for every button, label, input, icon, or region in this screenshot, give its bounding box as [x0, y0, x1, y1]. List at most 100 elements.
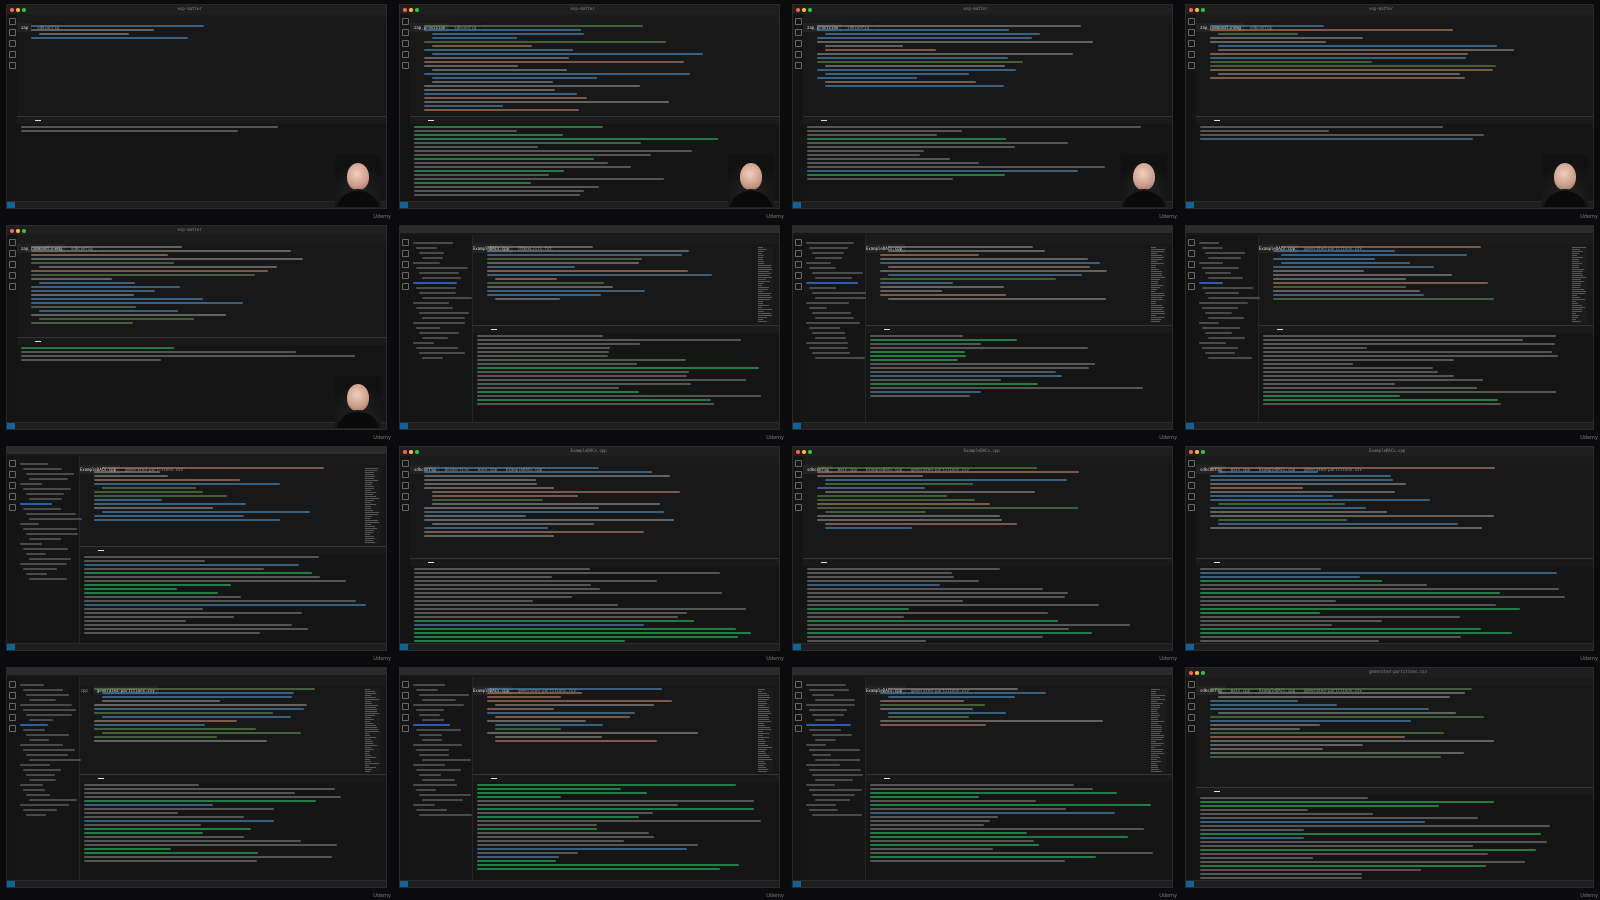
explorer-item[interactable]: [809, 689, 850, 691]
run-icon[interactable]: [9, 51, 16, 58]
remote-indicator[interactable]: [400, 202, 408, 208]
source-control-icon[interactable]: [9, 482, 16, 489]
explorer-item[interactable]: [29, 578, 67, 580]
run-icon[interactable]: [795, 714, 802, 721]
files-icon[interactable]: [1188, 460, 1195, 467]
remote-indicator[interactable]: [7, 881, 15, 887]
files-icon[interactable]: [9, 681, 16, 688]
search-icon[interactable]: [402, 250, 409, 257]
explorer-item[interactable]: [419, 734, 443, 736]
explorer-item[interactable]: [419, 292, 457, 294]
explorer-item[interactable]: [809, 809, 838, 811]
explorer-item[interactable]: [812, 814, 863, 816]
explorer-item[interactable]: [20, 704, 73, 706]
explorer-item[interactable]: [413, 764, 445, 766]
explorer-item[interactable]: [419, 272, 460, 274]
search-icon[interactable]: [795, 692, 802, 699]
explorer-item[interactable]: [812, 292, 866, 294]
minimize-dot[interactable]: [409, 8, 413, 12]
extensions-icon[interactable]: [402, 504, 409, 511]
explorer-item[interactable]: [422, 779, 455, 781]
explorer-item[interactable]: [422, 759, 471, 761]
explorer-item[interactable]: [413, 322, 465, 324]
explorer-item[interactable]: [20, 523, 39, 525]
explorer-item[interactable]: [29, 478, 69, 480]
explorer-item[interactable]: [20, 784, 43, 786]
close-dot[interactable]: [1189, 8, 1193, 12]
explorer-item[interactable]: [815, 317, 855, 319]
explorer-item[interactable]: [806, 704, 856, 706]
close-dot[interactable]: [403, 450, 407, 454]
zoom-dot[interactable]: [808, 450, 812, 454]
explorer-item[interactable]: [419, 814, 472, 816]
run-icon[interactable]: [402, 714, 409, 721]
explorer-item[interactable]: [422, 799, 464, 801]
source-control-icon[interactable]: [402, 40, 409, 47]
explorer-item[interactable]: [809, 247, 849, 249]
editor-minimap[interactable]: [364, 688, 380, 772]
explorer-item[interactable]: [23, 809, 58, 811]
terminal-tab[interactable]: [821, 562, 827, 563]
source-control-icon[interactable]: [795, 482, 802, 489]
explorer-item[interactable]: [815, 699, 855, 701]
explorer-item[interactable]: [806, 784, 835, 786]
explorer-item[interactable]: [413, 704, 464, 706]
zoom-dot[interactable]: [808, 8, 812, 12]
explorer-item[interactable]: [416, 769, 462, 771]
explorer-item[interactable]: [815, 719, 835, 721]
source-control-icon[interactable]: [9, 703, 16, 710]
source-control-icon[interactable]: [402, 261, 409, 268]
explorer-item[interactable]: [419, 312, 470, 314]
run-icon[interactable]: [402, 493, 409, 500]
explorer-item[interactable]: [806, 804, 836, 806]
zoom-dot[interactable]: [22, 8, 26, 12]
explorer-item[interactable]: [23, 689, 63, 691]
explorer-item[interactable]: [29, 739, 49, 741]
run-icon[interactable]: [402, 51, 409, 58]
explorer-item[interactable]: [815, 297, 866, 299]
zoom-dot[interactable]: [22, 229, 26, 233]
search-icon[interactable]: [1188, 250, 1195, 257]
explorer-item[interactable]: [812, 694, 835, 696]
explorer-item[interactable]: [23, 749, 75, 751]
files-icon[interactable]: [1188, 681, 1195, 688]
run-icon[interactable]: [795, 272, 802, 279]
remote-indicator[interactable]: [793, 423, 801, 429]
search-icon[interactable]: [402, 692, 409, 699]
search-icon[interactable]: [9, 471, 16, 478]
remote-indicator[interactable]: [1186, 423, 1194, 429]
search-icon[interactable]: [795, 29, 802, 36]
terminal-tab[interactable]: [428, 562, 434, 563]
explorer-item[interactable]: [26, 814, 46, 816]
run-icon[interactable]: [1188, 272, 1195, 279]
extensions-icon[interactable]: [1188, 283, 1195, 290]
extensions-icon[interactable]: [795, 504, 802, 511]
terminal-tab[interactable]: [821, 120, 827, 121]
explorer-item[interactable]: [23, 488, 71, 490]
close-dot[interactable]: [1189, 671, 1193, 675]
source-control-icon[interactable]: [795, 261, 802, 268]
minimize-dot[interactable]: [16, 229, 20, 233]
explorer-item[interactable]: [806, 282, 858, 284]
explorer-item[interactable]: [413, 684, 446, 686]
explorer-item[interactable]: [29, 719, 54, 721]
explorer-item[interactable]: [416, 287, 457, 289]
terminal-tab[interactable]: [428, 120, 434, 121]
search-icon[interactable]: [795, 471, 802, 478]
source-control-icon[interactable]: [9, 261, 16, 268]
search-icon[interactable]: [795, 250, 802, 257]
zoom-dot[interactable]: [1201, 450, 1205, 454]
explorer-item[interactable]: [1205, 292, 1239, 294]
explorer-item[interactable]: [20, 724, 49, 726]
explorer-item[interactable]: [812, 754, 831, 756]
extensions-icon[interactable]: [1188, 725, 1195, 732]
explorer-item[interactable]: [26, 794, 50, 796]
minimize-dot[interactable]: [802, 450, 806, 454]
extensions-icon[interactable]: [9, 62, 16, 69]
files-icon[interactable]: [402, 239, 409, 246]
search-icon[interactable]: [1188, 471, 1195, 478]
explorer-item[interactable]: [422, 297, 473, 299]
explorer-item[interactable]: [1202, 267, 1240, 269]
explorer-item[interactable]: [815, 779, 853, 781]
zoom-dot[interactable]: [415, 8, 419, 12]
